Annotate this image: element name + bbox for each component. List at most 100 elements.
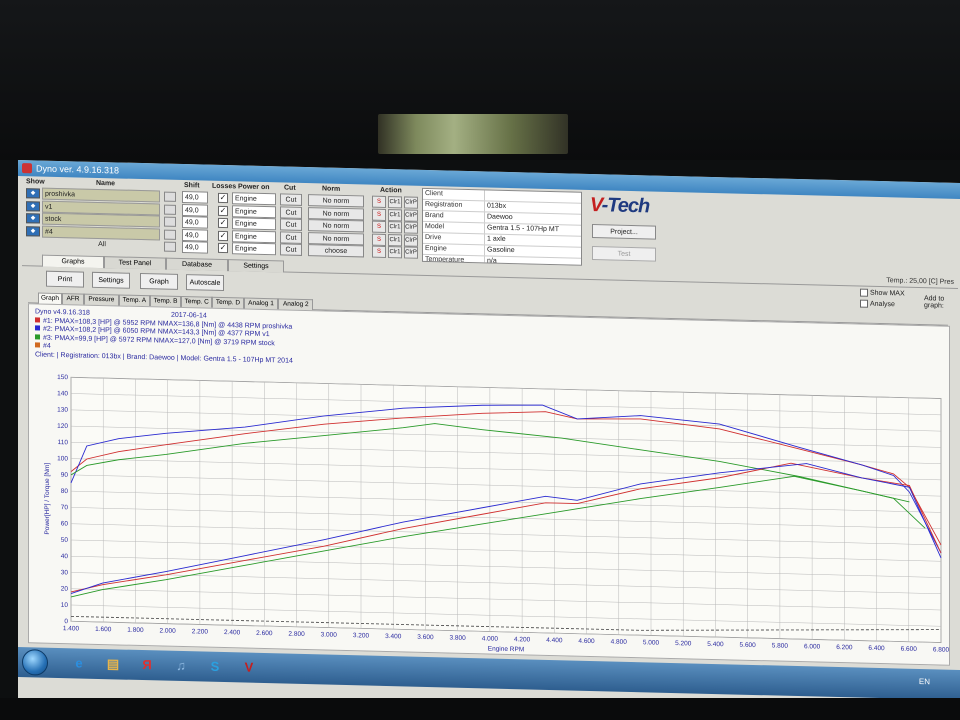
copy-button[interactable]: ClrP — [404, 221, 418, 234]
taskbar-yandex-icon[interactable]: Я — [134, 653, 160, 678]
shift-input[interactable]: 49,0 — [182, 203, 208, 217]
info-value[interactable]: n/a — [485, 256, 581, 265]
info-key: Model — [423, 221, 485, 234]
header-name: Name — [96, 179, 116, 188]
cut-button[interactable]: Cut — [280, 193, 302, 206]
y-tick-label: 130 — [57, 406, 68, 413]
clear-button[interactable]: Clr1 — [388, 208, 402, 221]
show-toggle-button[interactable]: ◆ — [26, 188, 40, 199]
start-button[interactable] — [22, 649, 48, 676]
cut-button[interactable]: Cut — [280, 205, 302, 219]
x-tick-label: 5.000 — [643, 639, 660, 646]
channel-color-button[interactable] — [164, 229, 176, 240]
taskbar-skype-icon[interactable]: S — [202, 654, 228, 679]
x-tick-label: 5.600 — [740, 642, 757, 649]
clear-button[interactable]: Clr1 — [388, 221, 402, 234]
losses-checkbox[interactable]: ✓ — [218, 230, 228, 241]
tab-database[interactable]: Database — [166, 257, 228, 272]
losses-checkbox[interactable]: ✓ — [218, 217, 228, 229]
channel-name[interactable]: All — [42, 238, 160, 253]
autoscale-button[interactable]: Autoscale — [186, 274, 224, 292]
copy-button[interactable]: ClrP — [404, 246, 418, 259]
settings-button[interactable]: Settings — [92, 271, 130, 289]
subtab-temp-a[interactable]: Temp. A — [118, 294, 150, 307]
power-on-select[interactable]: Engine — [232, 204, 276, 218]
y-tick-label: 20 — [61, 586, 69, 593]
losses-checkbox[interactable]: ✓ — [218, 192, 228, 204]
norm-button[interactable]: No norm — [308, 231, 364, 245]
shift-input[interactable]: 49,0 — [182, 241, 208, 254]
power-on-select[interactable]: Engine — [232, 242, 276, 256]
show-max-checkbox[interactable] — [860, 288, 868, 297]
delete-icon[interactable]: S — [372, 208, 386, 221]
clear-button[interactable]: Clr1 — [388, 246, 402, 259]
taskbar-media-icon[interactable]: ♫ — [168, 654, 194, 679]
x-tick-label: 3.600 — [417, 634, 434, 641]
cut-button[interactable]: Cut — [280, 243, 302, 256]
show-toggle-button[interactable]: ◆ — [26, 213, 40, 224]
tab-settings[interactable]: Settings — [228, 259, 284, 273]
tray-language[interactable]: EN — [919, 677, 930, 686]
subtab-temp-b[interactable]: Temp. B — [150, 295, 182, 307]
power-on-select[interactable]: Engine — [232, 192, 276, 206]
delete-icon[interactable]: S — [372, 220, 386, 233]
norm-button[interactable]: choose — [308, 244, 364, 258]
y-tick-label: 140 — [57, 390, 68, 397]
x-tick-label: 4.200 — [514, 636, 531, 643]
clear-button[interactable]: Clr1 — [388, 196, 402, 209]
channel-color-button[interactable] — [164, 191, 176, 202]
analyse-option[interactable]: Analyse — [860, 299, 895, 309]
subtab-afr[interactable]: AFR — [62, 293, 84, 305]
shift-input[interactable]: 49,0 — [182, 216, 208, 229]
subtab-graph[interactable]: Graph — [38, 292, 62, 305]
temperature-readout: Temp.: 25,00 [C] Pres — [886, 277, 954, 286]
print-button[interactable]: Print — [46, 270, 84, 288]
norm-button[interactable]: No norm — [308, 206, 364, 220]
delete-icon[interactable]: S — [372, 195, 386, 208]
norm-button[interactable]: No norm — [308, 219, 364, 233]
subtab-analog-1[interactable]: Analog 1 — [243, 297, 279, 310]
shift-input[interactable]: 49,0 — [182, 191, 208, 204]
analyse-checkbox[interactable] — [860, 299, 868, 308]
power-on-select[interactable]: Engine — [232, 229, 276, 243]
channel-color-button[interactable] — [164, 241, 176, 252]
test-button[interactable]: Test — [592, 246, 656, 262]
cut-button[interactable]: Cut — [280, 230, 302, 244]
y-tick-label: 80 — [61, 488, 69, 495]
subtab-temp-d[interactable]: Temp. D — [212, 296, 244, 309]
dyno-plot: Dyno v4.9.16.318 2017-06-14 #1: PMAX=108… — [28, 303, 950, 666]
camera-reflection — [378, 114, 568, 154]
delete-icon[interactable]: S — [372, 245, 386, 258]
graph-button[interactable]: Graph — [140, 272, 178, 290]
taskbar-ie-icon[interactable]: e — [66, 651, 92, 676]
power-on-select[interactable]: Engine — [232, 217, 276, 231]
channel-color-button[interactable] — [164, 216, 176, 227]
losses-checkbox[interactable]: ✓ — [218, 242, 228, 254]
subtab-temp-c[interactable]: Temp. C — [181, 295, 213, 308]
copy-button[interactable]: ClrP — [404, 233, 418, 247]
clear-button[interactable]: Clr1 — [388, 233, 402, 246]
show-max-option[interactable]: Show MAX — [860, 288, 905, 298]
subtab-pressure[interactable]: Pressure — [84, 293, 119, 306]
taskbar-explorer-icon[interactable]: ▤ — [100, 652, 126, 677]
shift-input[interactable]: 49,0 — [182, 228, 208, 242]
norm-button[interactable]: No norm — [308, 194, 364, 208]
taskbar-vtech-icon[interactable]: V — [236, 655, 262, 680]
show-toggle-button[interactable]: ◆ — [26, 225, 40, 237]
x-tick-label: 6.400 — [868, 645, 885, 652]
channel-color-button[interactable] — [164, 204, 176, 215]
y-tick-label: 0 — [64, 618, 68, 625]
x-tick-label: 3.200 — [353, 632, 370, 639]
client-info-table: Client Registration 013bx Brand Daewoo Model G… — [422, 187, 582, 266]
tab-graphs[interactable]: Graphs — [42, 254, 104, 269]
show-toggle-button[interactable]: ◆ — [26, 200, 40, 212]
subtab-analog-2[interactable]: Analog 2 — [278, 298, 314, 311]
tab-test-panel[interactable]: Test Panel — [104, 256, 166, 270]
delete-icon[interactable]: S — [372, 233, 386, 246]
copy-button[interactable]: ClrP — [404, 196, 418, 209]
project-button[interactable]: Project... — [592, 224, 656, 240]
info-key: Client — [423, 188, 485, 201]
copy-button[interactable]: ClrP — [404, 208, 418, 222]
losses-checkbox[interactable]: ✓ — [218, 205, 228, 216]
cut-button[interactable]: Cut — [280, 218, 302, 231]
